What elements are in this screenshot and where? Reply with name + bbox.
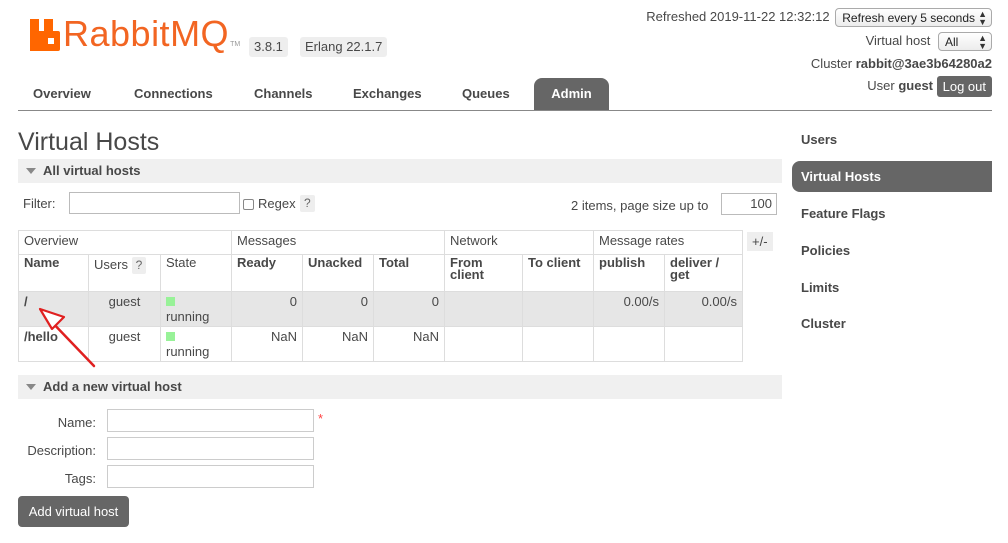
col-unacked[interactable]: Unacked bbox=[302, 254, 374, 292]
col-deliver-get[interactable]: deliver / get bbox=[664, 254, 743, 292]
vhost-ready: NaN bbox=[231, 326, 303, 362]
virtual-hosts-table: Overview Messages Network Message rates … bbox=[18, 230, 743, 362]
virtual-host-label: Virtual host bbox=[865, 32, 931, 48]
refresh-row: Refreshed 2019-11-22 12:32:12 Refresh ev… bbox=[646, 8, 992, 27]
vhost-deliver-get: 0.00/s bbox=[664, 291, 743, 327]
sidebar-item-policies[interactable]: Policies bbox=[792, 235, 992, 266]
required-mark: * bbox=[318, 411, 324, 426]
tab-exchanges[interactable]: Exchanges bbox=[338, 78, 437, 110]
cluster-row: Cluster rabbit@3ae3b64280a2 bbox=[811, 56, 992, 71]
page-title: Virtual Hosts bbox=[18, 128, 160, 156]
name-label: Name: bbox=[57, 415, 96, 430]
col-from-client[interactable]: From client bbox=[444, 254, 523, 292]
vhost-ready: 0 bbox=[231, 291, 303, 327]
virtual-host-select[interactable]: All ▲ ▼ bbox=[938, 32, 992, 51]
column-header-row: Name Users ? State Ready Unacked Total F… bbox=[18, 254, 743, 292]
col-to-client[interactable]: To client bbox=[522, 254, 594, 292]
table-row[interactable]: / guest running 0 0 0 0.00/s 0.00/s bbox=[18, 291, 743, 327]
sidebar-item-feature-flags[interactable]: Feature Flags bbox=[792, 198, 992, 229]
add-virtual-host-header[interactable]: Add a new virtual host bbox=[18, 375, 782, 399]
description-label: Description: bbox=[27, 443, 96, 458]
sidebar-item-cluster[interactable]: Cluster bbox=[792, 308, 992, 339]
vhost-state: running bbox=[160, 291, 232, 327]
column-toggle-button[interactable]: +/- bbox=[747, 232, 773, 251]
group-header-row: Overview Messages Network Message rates bbox=[18, 230, 743, 255]
vhost-description-input[interactable] bbox=[107, 437, 314, 460]
vhost-publish bbox=[593, 326, 665, 362]
vhost-total: NaN bbox=[373, 326, 445, 362]
collapse-triangle-icon bbox=[26, 383, 36, 390]
main-nav-tabs: Overview Connections Channels Exchanges … bbox=[18, 78, 992, 111]
group-network: Network bbox=[444, 230, 594, 255]
group-message-rates: Message rates bbox=[593, 230, 743, 255]
collapse-triangle-icon bbox=[26, 167, 36, 174]
state-running-icon bbox=[166, 332, 175, 341]
tab-queues[interactable]: Queues bbox=[447, 78, 525, 110]
vhost-name-input[interactable] bbox=[107, 409, 314, 432]
add-virtual-host-button[interactable]: Add virtual host bbox=[18, 496, 129, 527]
col-publish[interactable]: publish bbox=[593, 254, 665, 292]
vhost-deliver-get bbox=[664, 326, 743, 362]
col-users[interactable]: Users ? bbox=[88, 254, 161, 292]
vhost-publish: 0.00/s bbox=[593, 291, 665, 327]
items-count-text: 2 items, page size up to bbox=[571, 198, 709, 213]
regex-help-icon[interactable]: ? bbox=[300, 195, 315, 212]
vhost-row: Virtual host All ▲ ▼ bbox=[866, 32, 992, 51]
logo-tm: TM bbox=[230, 41, 241, 48]
vhost-unacked: 0 bbox=[302, 291, 374, 327]
select-arrows-icon: ▲ ▼ bbox=[978, 33, 987, 51]
sidebar-item-users[interactable]: Users bbox=[792, 124, 992, 155]
vhost-name-link[interactable]: /hello bbox=[18, 326, 89, 362]
vhost-users: guest bbox=[88, 291, 161, 327]
cluster-label: Cluster bbox=[810, 56, 853, 71]
refreshed-text: Refreshed 2019-11-22 12:32:12 bbox=[646, 8, 830, 24]
col-name[interactable]: Name bbox=[18, 254, 89, 292]
select-arrows-icon: ▲ ▼ bbox=[978, 9, 987, 27]
logo-text: RabbitMQ bbox=[63, 13, 230, 54]
vhost-to-client bbox=[522, 326, 594, 362]
col-total[interactable]: Total bbox=[373, 254, 445, 292]
page-size-input[interactable]: 100 bbox=[721, 193, 777, 215]
tags-label: Tags: bbox=[64, 471, 96, 486]
vhost-unacked: NaN bbox=[302, 326, 374, 362]
sidebar-item-virtual-hosts[interactable]: Virtual Hosts bbox=[792, 161, 992, 192]
tab-channels[interactable]: Channels bbox=[239, 78, 328, 110]
users-help-icon[interactable]: ? bbox=[131, 257, 147, 274]
tab-connections[interactable]: Connections bbox=[119, 78, 228, 110]
rabbitmq-logo: RabbitMQ TM bbox=[30, 16, 240, 52]
filter-label: Filter: bbox=[23, 196, 56, 211]
tab-admin[interactable]: Admin bbox=[534, 78, 609, 110]
group-overview: Overview bbox=[18, 230, 232, 255]
col-ready[interactable]: Ready bbox=[231, 254, 303, 292]
group-messages: Messages bbox=[231, 230, 445, 255]
version-badge: 3.8.1 bbox=[249, 37, 288, 57]
filter-row: Filter: Regex ? 2 items, page size up to… bbox=[23, 192, 780, 216]
rabbitmq-logo-icon bbox=[30, 19, 60, 51]
vhost-name-link[interactable]: / bbox=[18, 291, 89, 327]
vhost-from-client bbox=[444, 326, 523, 362]
filter-input[interactable] bbox=[69, 192, 240, 214]
erlang-version-badge: Erlang 22.1.7 bbox=[300, 37, 388, 57]
regex-label: Regex bbox=[258, 196, 296, 211]
sidebar-item-limits[interactable]: Limits bbox=[792, 272, 992, 303]
state-running-icon bbox=[166, 297, 175, 306]
vhost-from-client bbox=[444, 291, 523, 327]
vhost-tags-input[interactable] bbox=[107, 465, 314, 488]
col-state[interactable]: State bbox=[160, 254, 232, 292]
regex-checkbox[interactable] bbox=[243, 199, 254, 210]
all-virtual-hosts-header[interactable]: All virtual hosts bbox=[18, 159, 782, 183]
vhost-users: guest bbox=[88, 326, 161, 362]
table-row[interactable]: /hello guest running NaN NaN NaN bbox=[18, 326, 743, 362]
tab-overview[interactable]: Overview bbox=[18, 78, 115, 110]
cluster-name: rabbit@3ae3b64280a2 bbox=[855, 56, 992, 71]
refresh-interval-select[interactable]: Refresh every 5 seconds ▲ ▼ bbox=[835, 8, 992, 27]
vhost-to-client bbox=[522, 291, 594, 327]
vhost-state: running bbox=[160, 326, 232, 362]
vhost-total: 0 bbox=[373, 291, 445, 327]
